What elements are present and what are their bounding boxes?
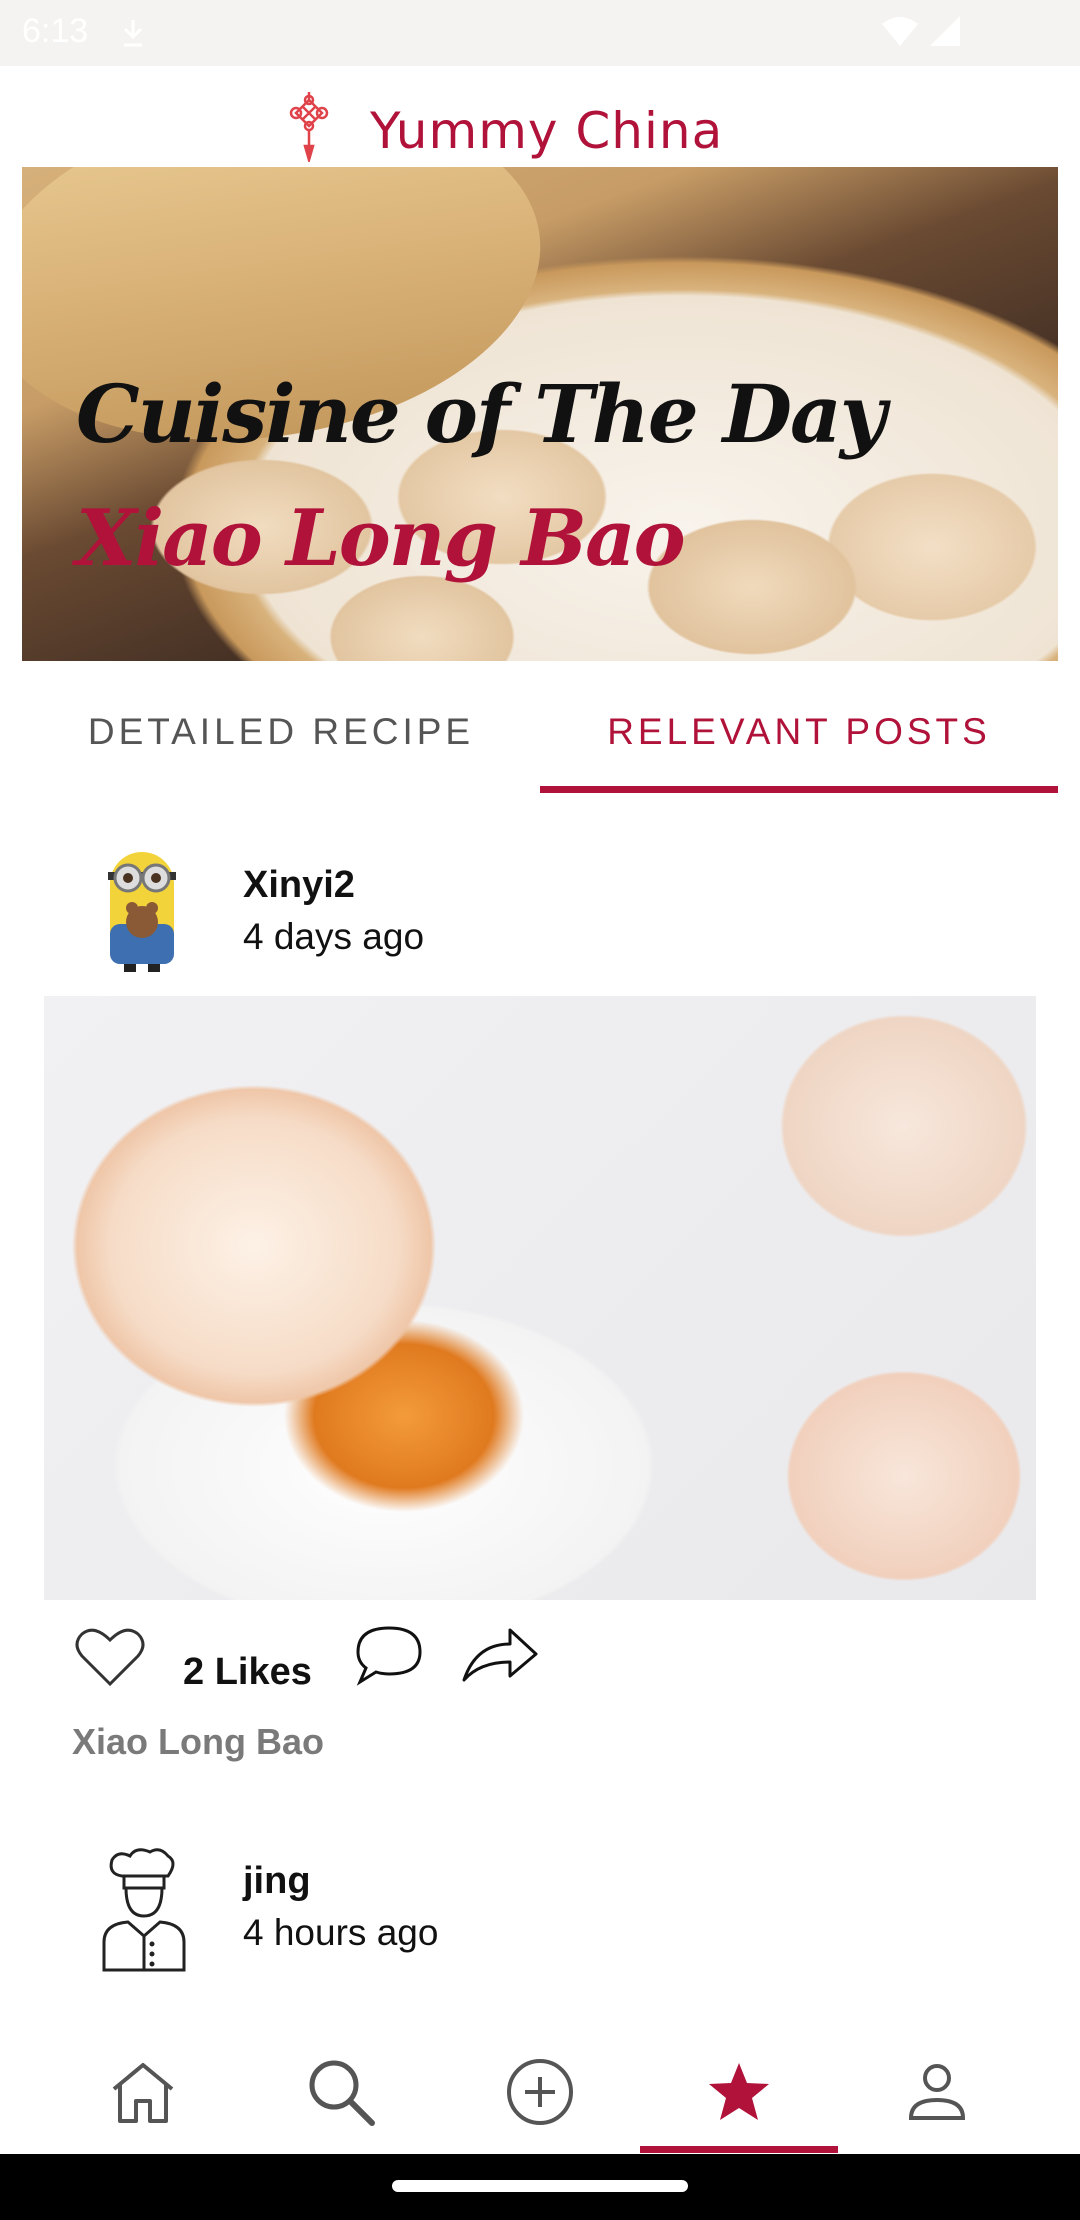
nav-search[interactable] (242, 2030, 440, 2154)
add-circle-icon (507, 2059, 573, 2125)
home-gesture-handle[interactable] (392, 2180, 688, 2192)
post-header: Xinyi2 4 days ago (0, 840, 1080, 980)
post-timestamp: 4 days ago (243, 916, 425, 957)
search-icon (309, 2060, 375, 2126)
comment-icon[interactable] (354, 1624, 424, 1686)
nav-home[interactable] (44, 2030, 242, 2154)
app-header: Yummy China (0, 66, 1080, 166)
system-gesture-bar (0, 2154, 1080, 2220)
wifi-icon (882, 17, 918, 46)
status-bar: 6:13 (0, 0, 1080, 66)
minion-avatar[interactable] (88, 842, 196, 974)
bottom-navigation (0, 2030, 1080, 2154)
tab-relevant-posts[interactable]: RELEVANT POSTS (540, 670, 1058, 794)
tab-bar: DETAILED RECIPE RELEVANT POSTS (22, 670, 1058, 794)
download-icon (123, 20, 143, 47)
nav-selected-indicator (640, 2146, 838, 2153)
nav-add-post[interactable] (441, 2030, 639, 2154)
post-caption: Xiao Long Bao (72, 1721, 324, 1762)
tab-detailed-recipe[interactable]: DETAILED RECIPE (22, 670, 540, 794)
nav-profile[interactable] (838, 2030, 1036, 2154)
post-username[interactable]: jing (243, 1860, 311, 1903)
post-header: jing 4 hours ago (0, 1840, 1080, 1980)
home-icon (112, 2063, 174, 2123)
nav-favorites[interactable] (640, 2030, 838, 2154)
person-icon (908, 2064, 966, 2120)
hero-title: Cuisine of The Day (76, 367, 886, 461)
chef-avatar-icon[interactable] (88, 1846, 196, 1978)
heart-icon[interactable] (74, 1624, 146, 1688)
post-image[interactable] (44, 996, 1036, 1600)
hero-banner: Cuisine of The Day Xiao Long Bao (22, 167, 1058, 661)
tab-selected-indicator (540, 786, 1058, 793)
star-icon (709, 2063, 769, 2120)
likes-count: 2 Likes (183, 1651, 312, 1693)
hero-subtitle: Xiao Long Bao (76, 493, 686, 584)
share-icon[interactable] (460, 1624, 540, 1684)
status-time: 6:13 (22, 12, 89, 50)
chinese-knot-icon (289, 92, 329, 162)
post-username[interactable]: Xinyi2 (243, 864, 355, 907)
signal-icon (930, 16, 960, 46)
post-timestamp: 4 hours ago (243, 1912, 439, 1953)
app-title: Yummy China (370, 102, 724, 160)
